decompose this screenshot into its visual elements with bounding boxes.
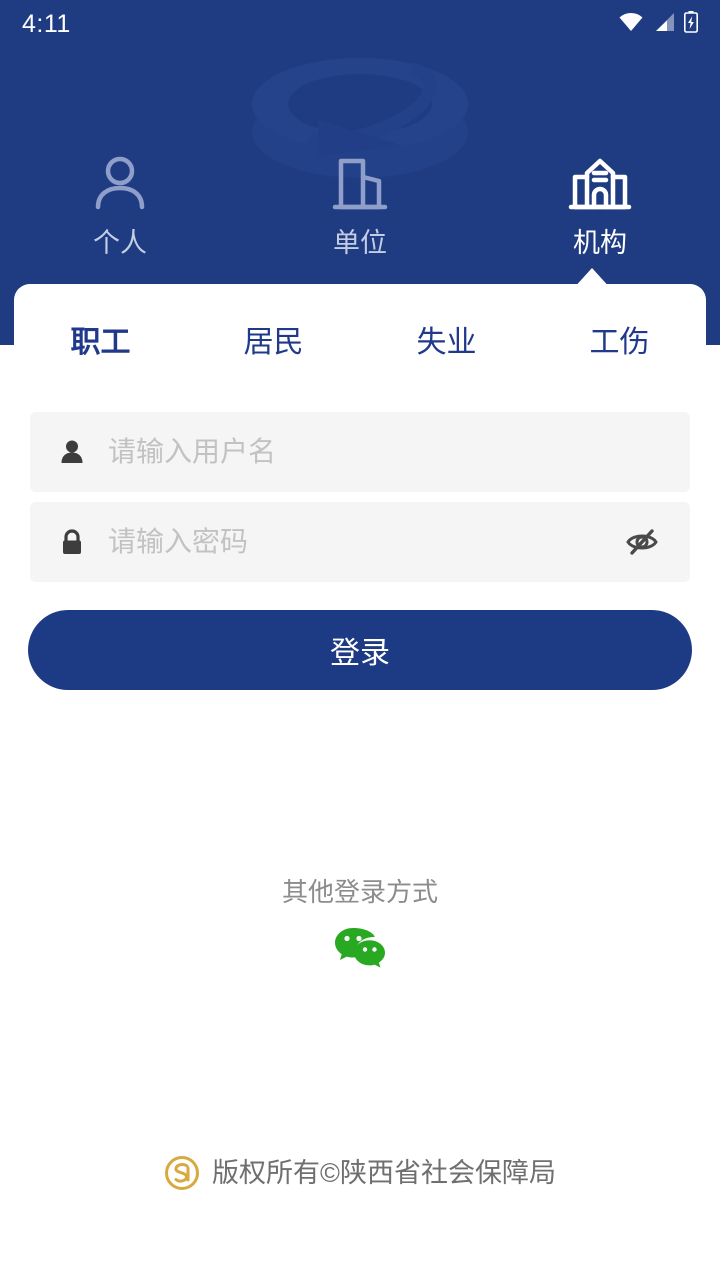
other-login-label: 其他登录方式 [281, 877, 438, 907]
password-field-row[interactable] [30, 502, 690, 582]
cellular-signal-icon [653, 12, 675, 37]
role-tab-personal[interactable]: 个人 [0, 148, 240, 257]
other-login-section: 其他登录方式 [14, 872, 706, 975]
wechat-icon[interactable] [334, 923, 386, 975]
footer-copyright: 版权所有©陕西省社会保障局 [0, 1155, 720, 1191]
wifi-icon [618, 12, 644, 37]
role-tab-label: 个人 [93, 228, 147, 258]
status-bar-clock: 4:11 [22, 9, 71, 38]
insurance-type-tab-bar[interactable]: 职工 居民 失业 工伤 [14, 328, 706, 358]
subtab-employee[interactable]: 职工 [14, 328, 187, 358]
status-bar: 4:11 [0, 0, 720, 48]
office-building-icon [324, 148, 396, 220]
active-tab-caret [572, 268, 612, 290]
role-tab-label: 机构 [573, 228, 627, 258]
login-screen: 4:11 个人 单位 机构 职工 居民 失业 工伤 请输入用户名 登录 其他登录… [0, 0, 720, 1280]
eye-slash-icon[interactable] [620, 520, 664, 564]
login-card: 职工 居民 失业 工伤 请输入用户名 登录 其他登录方式 [14, 284, 706, 1280]
role-tab-company[interactable]: 单位 [240, 148, 480, 257]
role-tab-bar[interactable]: 个人 单位 机构 [0, 148, 720, 257]
institution-building-icon [564, 148, 636, 220]
person-filled-icon [56, 438, 88, 466]
person-outline-icon [84, 148, 156, 220]
social-insurance-logo [164, 1155, 200, 1191]
role-tab-institution[interactable]: 机构 [480, 148, 720, 257]
subtab-unemployment[interactable]: 失业 [360, 328, 533, 358]
username-field-row[interactable] [30, 412, 690, 492]
role-tab-label: 单位 [333, 228, 387, 258]
footer-text: 版权所有©陕西省社会保障局 [212, 1157, 556, 1188]
subtab-resident[interactable]: 居民 [187, 328, 360, 358]
lock-icon [56, 528, 88, 556]
login-button[interactable]: 登录 [28, 610, 692, 690]
battery-charging-icon [684, 10, 698, 38]
status-bar-icons [618, 10, 698, 38]
password-input[interactable] [108, 526, 620, 558]
subtab-work-injury[interactable]: 工伤 [533, 328, 706, 358]
username-input[interactable] [108, 436, 664, 468]
